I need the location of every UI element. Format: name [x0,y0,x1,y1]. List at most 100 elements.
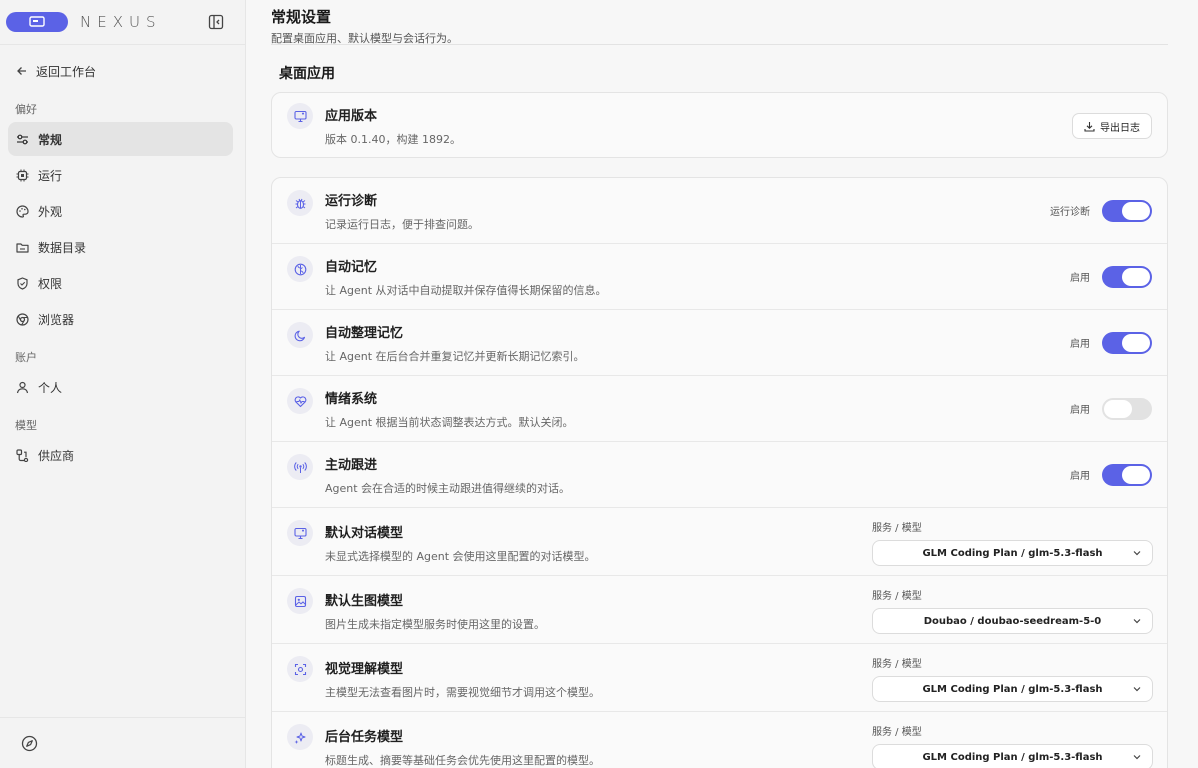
chevron-down-icon [1133,687,1141,692]
setting-title: 应用版本 [325,109,378,124]
arrow-left-icon [17,67,26,75]
monitor-icon [29,16,45,27]
group-label-models: 模型 [15,419,37,432]
model-picker: 服务 / 模型 GLM Coding Plan / glm-5.3-flash [872,519,1153,566]
setting-row-app-version: 应用版本 版本 0.1.40，构建 1892。 导出日志 [272,93,1167,157]
chevron-down-icon [1133,551,1141,556]
sliders-icon [17,134,28,144]
setting-description: 让 Agent 在后台合并重复记忆并更新长期记忆索引。 [325,349,585,363]
sidebar-item-permissions[interactable]: 权限 [8,266,233,300]
row-actions: 导出日志 [1072,113,1152,139]
model-picker-label: 服务 / 模型 [872,523,922,534]
sidebar-item-browser[interactable]: 浏览器 [8,302,233,336]
brand-name: NEXUS [80,13,162,31]
setting-title: 运行诊断 [325,193,378,209]
model-picker-label: 服务 / 模型 [872,727,922,738]
sidebar-item-label: 外观 [38,204,63,219]
sparkles-icon [294,732,305,744]
setting-row-default-image-model: 默认生图模型 图片生成未指定模型服务时使用这里的设置。 服务 / 模型 Doub… [272,576,1167,644]
default-image-model-select[interactable]: Doubao / doubao-seedream-5-0 [872,608,1153,634]
setting-description: 版本 0.1.40，构建 1892。 [325,133,461,146]
sidebar-item-data-directory[interactable]: 数据目录 [8,230,233,264]
toggle-label: 启用 [1070,405,1090,416]
user-icon [16,381,29,393]
shield-icon [17,276,28,290]
emotion-system-toggle[interactable] [1102,397,1152,420]
row-text: 自动记忆 让 Agent 从对话中自动提取并保存值得长期保留的信息。 [325,256,1070,298]
row-icon-badge [287,190,313,216]
sidebar-collapse-icon [208,14,224,30]
model-picker-label: 服务 / 模型 [872,591,922,602]
setting-row-default-chat-model: 默认对话模型 未显式选择模型的 Agent 会使用这里配置的对话模型。 服务 /… [272,508,1167,576]
sidebar-item-appearance[interactable]: 外观 [8,194,233,228]
sidebar-item-label: 运行 [38,168,63,183]
select-value: GLM Coding Plan / glm-5.3-flash [922,547,1103,559]
setting-description: 让 Agent 根据当前状态调整表达方式。默认关闭。 [325,415,574,429]
brain-icon [294,263,306,275]
compass-icon[interactable] [21,735,38,752]
sidebar-item-label: 数据目录 [38,240,87,255]
sidebar-item-runtime[interactable]: 运行 [8,158,233,192]
select-value: GLM Coding Plan / glm-5.3-flash [922,751,1103,763]
monitor-icon [293,527,307,539]
proactive-followup-toggle[interactable] [1102,463,1152,486]
setting-row-memory-consolidation: 自动整理记忆 让 Agent 在后台合并重复记忆并更新长期记忆索引。 启用 [272,310,1167,376]
app-logo[interactable] [6,12,68,32]
chrome-icon [16,312,29,326]
app-version-card: 应用版本 版本 0.1.40，构建 1892。 导出日志 [271,92,1168,158]
vision-model-select[interactable]: GLM Coding Plan / glm-5.3-flash [872,676,1153,702]
cpu-icon [16,169,29,181]
heart-pulse-icon [294,395,306,407]
page-subtitle: 配置桌面应用、默认模型与会话行为。 [271,32,458,45]
collapse-sidebar-button[interactable] [203,9,229,35]
download-icon [1084,121,1095,132]
setting-title: 主动跟进 [325,457,378,473]
image-icon [294,595,306,607]
default-chat-model-select[interactable]: GLM Coding Plan / glm-5.3-flash [872,540,1153,566]
row-icon-badge [287,656,313,682]
row-text: 情绪系统 让 Agent 根据当前状态调整表达方式。默认关闭。 [325,388,1070,430]
sidebar-item-providers[interactable]: 供应商 [8,438,233,472]
model-picker: 服务 / 模型 GLM Coding Plan / glm-5.3-flash [872,723,1153,768]
model-picker: 服务 / 模型 GLM Coding Plan / glm-5.3-flash [872,655,1153,702]
broadcast-icon [293,461,307,473]
setting-title: 自动整理记忆 [325,325,404,341]
setting-row-auto-memory: 自动记忆 让 Agent 从对话中自动提取并保存值得长期保留的信息。 启用 [272,244,1167,310]
export-logs-label: 导出日志 [1100,122,1140,134]
row-text: 主动跟进 Agent 会在合适的时候主动跟进值得继续的对话。 [325,454,1070,496]
moon-icon [294,330,305,341]
setting-row-diagnostics: 运行诊断 记录运行日志，便于排查问题。 运行诊断 [272,178,1167,244]
main-content: 常规设置 配置桌面应用、默认模型与会话行为。 桌面应用 应用版本 版本 0.1.… [247,0,1198,768]
select-value: GLM Coding Plan / glm-5.3-flash [922,683,1103,695]
back-to-workspace-link[interactable]: 返回工作台 [0,45,245,97]
sidebar-header: NEXUS [0,0,245,45]
settings-card: 运行诊断 记录运行日志，便于排查问题。 运行诊断 自动记忆 让 Agent 从对… [271,177,1168,768]
sidebar-item-label: 常规 [38,132,63,147]
row-icon-badge [287,103,313,129]
diagnostics-toggle[interactable] [1102,199,1152,222]
sidebar-item-general[interactable]: 常规 [8,122,233,156]
chevron-down-icon [1133,619,1141,624]
row-text: 自动整理记忆 让 Agent 在后台合并重复记忆并更新长期记忆索引。 [325,322,1070,364]
memory-consolidation-toggle[interactable] [1102,331,1152,354]
row-icon-badge [287,256,313,282]
sidebar-footer [0,717,246,768]
setting-description: 记录运行日志，便于排查问题。 [325,217,479,231]
select-value: Doubao / doubao-seedream-5-0 [923,615,1102,627]
sidebar-item-label: 浏览器 [38,312,75,327]
setting-row-emotion-system: 情绪系统 让 Agent 根据当前状态调整表达方式。默认关闭。 启用 [272,376,1167,442]
model-picker-label: 服务 / 模型 [872,659,922,670]
model-picker: 服务 / 模型 Doubao / doubao-seedream-5-0 [872,587,1153,634]
auto-memory-toggle[interactable] [1102,265,1152,288]
row-actions: 启用 [1070,331,1152,354]
page-header: 常规设置 配置桌面应用、默认模型与会话行为。 [271,6,1168,45]
toggle-label: 运行诊断 [1050,207,1090,218]
sidebar-item-personal[interactable]: 个人 [8,370,233,404]
row-icon-badge [287,588,313,614]
background-task-model-select[interactable]: GLM Coding Plan / glm-5.3-flash [872,744,1153,768]
sidebar: NEXUS 返回工作台 偏好 常规 运行 外观 数据目录 权限 浏览器 账户 个… [0,0,246,768]
row-icon-badge [287,520,313,546]
setting-row-vision-model: 视觉理解模型 主模型无法查看图片时，需要视觉细节才调用这个模型。 服务 / 模型… [272,644,1167,712]
export-logs-button[interactable]: 导出日志 [1072,113,1152,139]
setting-title: 自动记忆 [325,259,378,275]
